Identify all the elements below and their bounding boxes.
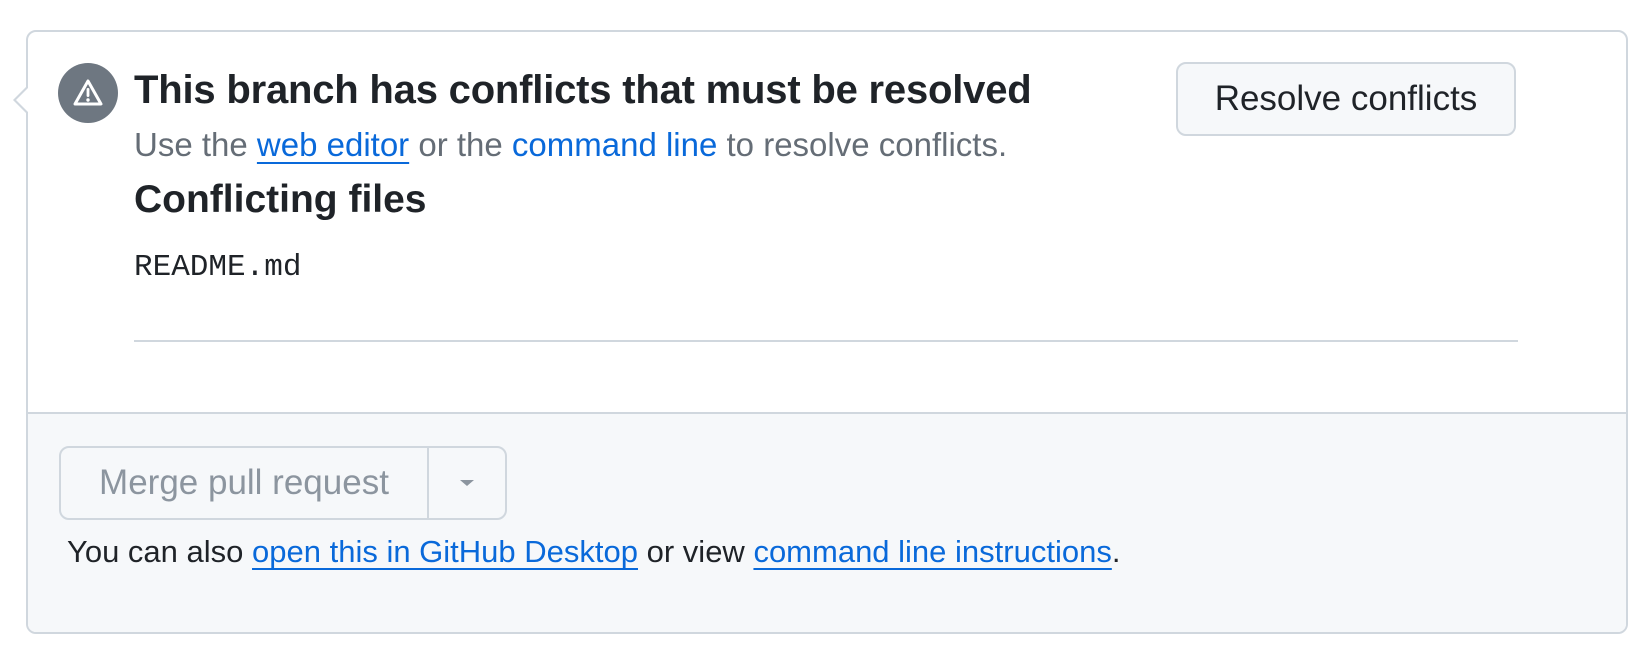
conflict-title: This branch has conflicts that must be r… (134, 68, 1032, 112)
merge-button-group: Merge pull request (59, 446, 507, 520)
caret-down-icon (460, 480, 474, 486)
divider (134, 340, 1518, 342)
merge-conflict-panel: This branch has conflicts that must be r… (13, 30, 1628, 634)
open-in-github-desktop-link[interactable]: open this in GitHub Desktop (252, 534, 638, 569)
conflicting-files-heading: Conflicting files (134, 178, 427, 221)
command-line-link[interactable]: command line (512, 126, 717, 163)
resolve-conflicts-button[interactable]: Resolve conflicts (1176, 62, 1516, 136)
conflicting-file-item: README.md (134, 250, 302, 285)
web-editor-link[interactable]: web editor (257, 126, 409, 163)
merge-options-dropdown[interactable] (427, 448, 505, 518)
merge-pull-request-button[interactable]: Merge pull request (61, 448, 427, 518)
command-line-instructions-link[interactable]: command line instructions (753, 534, 1111, 569)
merge-footer: Merge pull request You can also open thi… (28, 412, 1626, 632)
conflict-subtitle: Use the web editor or the command line t… (134, 126, 1008, 163)
alert-triangle-icon (58, 63, 118, 123)
alternative-merge-note: You can also open this in GitHub Desktop… (67, 534, 1121, 569)
